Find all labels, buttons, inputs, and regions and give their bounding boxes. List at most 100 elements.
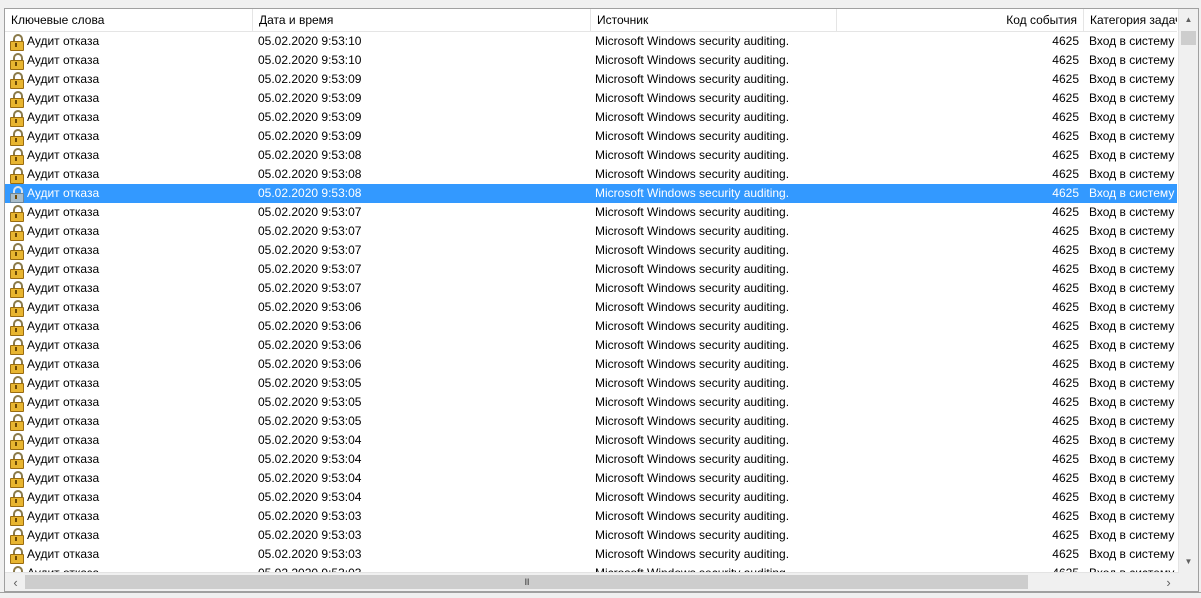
table-row[interactable]: Аудит отказа 05.02.2020 9:53:04 Microsoft … [5,488,1177,507]
horizontal-scroll-thumb[interactable]: III [25,575,1028,589]
cell-task-category: Вход в систему [1089,53,1175,67]
cell-source: Microsoft Windows security auditing. [595,338,790,352]
cell-keywords: Аудит отказа [27,376,100,390]
horizontal-scrollbar[interactable]: ‹ III › [5,572,1179,591]
cell-datetime: 05.02.2020 9:53:05 [258,376,362,390]
lock-icon [10,167,24,184]
table-row[interactable]: Аудит отказа 05.02.2020 9:53:07 Microsoft … [5,241,1177,260]
scroll-down-arrow-icon[interactable]: ▼ [1179,553,1198,570]
scroll-left-arrow-icon[interactable]: ‹ [7,573,24,591]
table-row[interactable]: Аудит отказа 05.02.2020 9:53:07 Microsoft … [5,279,1177,298]
vertical-scroll-thumb[interactable] [1181,31,1196,45]
cell-task-category: Вход в систему [1089,129,1175,143]
vertical-scrollbar[interactable]: ▲ ▼ [1178,9,1198,572]
table-row[interactable]: Аудит отказа 05.02.2020 9:53:06 Microsoft … [5,317,1177,336]
cell-event-id: 4625 [1052,414,1079,428]
cell-source: Microsoft Windows security auditing. [595,319,790,333]
lock-icon [10,129,24,146]
cell-event-id: 4625 [1052,167,1079,181]
cell-task-category: Вход в систему [1089,205,1175,219]
cell-source: Microsoft Windows security auditing. [595,167,790,181]
table-row[interactable]: Аудит отказа 05.02.2020 9:53:10 Microsoft … [5,51,1177,70]
table-row[interactable]: Аудит отказа 05.02.2020 9:53:05 Microsoft … [5,374,1177,393]
cell-source: Microsoft Windows security auditing. [595,205,790,219]
table-row[interactable]: Аудит отказа 05.02.2020 9:53:05 Microsoft … [5,393,1177,412]
cell-source: Microsoft Windows security auditing. [595,53,790,67]
lock-icon [10,376,24,393]
lock-icon [10,72,24,89]
cell-event-id: 4625 [1052,262,1079,276]
cell-datetime: 05.02.2020 9:53:08 [258,186,362,200]
table-row[interactable]: Аудит отказа 05.02.2020 9:53:06 Microsoft … [5,355,1177,374]
table-row[interactable]: Аудит отказа 05.02.2020 9:53:10 Microsoft … [5,32,1177,51]
table-row[interactable]: Аудит отказа 05.02.2020 9:53:04 Microsoft … [5,431,1177,450]
divider [0,592,1201,593]
cell-keywords: Аудит отказа [27,509,100,523]
table-row[interactable]: Аудит отказа 05.02.2020 9:53:08 Microsoft … [5,165,1177,184]
column-header-event-id[interactable]: Код события [837,9,1084,31]
table-row[interactable]: Аудит отказа 05.02.2020 9:53:07 Microsoft … [5,260,1177,279]
cell-datetime: 05.02.2020 9:53:09 [258,110,362,124]
cell-keywords: Аудит отказа [27,53,100,67]
scroll-right-arrow-icon[interactable]: › [1160,573,1177,591]
cell-task-category: Вход в систему [1089,319,1175,333]
cell-source: Microsoft Windows security auditing. [595,471,790,485]
cell-datetime: 05.02.2020 9:53:05 [258,395,362,409]
lock-icon [10,433,24,450]
cell-event-id: 4625 [1052,110,1079,124]
table-row[interactable]: Аудит отказа 05.02.2020 9:53:07 Microsoft … [5,203,1177,222]
cell-task-category: Вход в систему [1089,300,1175,314]
table-row[interactable]: Аудит отказа 05.02.2020 9:53:06 Microsoft … [5,298,1177,317]
table-row[interactable]: Аудит отказа 05.02.2020 9:53:09 Microsoft … [5,108,1177,127]
lock-icon [10,186,24,203]
column-header-task-category[interactable]: Категория задач [1084,9,1177,31]
table-row[interactable]: Аудит отказа 05.02.2020 9:53:03 Microsoft … [5,526,1177,545]
cell-event-id: 4625 [1052,91,1079,105]
column-header-source[interactable]: Источник [591,9,837,31]
table-row[interactable]: Аудит отказа 05.02.2020 9:53:08 Microsoft … [5,184,1177,203]
column-header-datetime[interactable]: Дата и время [253,9,591,31]
table-row[interactable]: Аудит отказа 05.02.2020 9:53:06 Microsoft … [5,336,1177,355]
cell-datetime: 05.02.2020 9:53:07 [258,243,362,257]
cell-keywords: Аудит отказа [27,34,100,48]
cell-event-id: 4625 [1052,205,1079,219]
cell-task-category: Вход в систему [1089,167,1175,181]
cell-task-category: Вход в систему [1089,547,1175,561]
cell-task-category: Вход в систему [1089,528,1175,542]
table-row[interactable]: Аудит отказа 05.02.2020 9:53:09 Microsoft … [5,70,1177,89]
cell-source: Microsoft Windows security auditing. [595,224,790,238]
table-row[interactable]: Аудит отказа 05.02.2020 9:53:05 Microsoft … [5,412,1177,431]
table-row[interactable]: Аудит отказа 05.02.2020 9:53:04 Microsoft … [5,469,1177,488]
table-row[interactable]: Аудит отказа 05.02.2020 9:53:03 Microsoft … [5,507,1177,526]
lock-icon [10,319,24,336]
table-row[interactable]: Аудит отказа 05.02.2020 9:53:03 Microsoft … [5,545,1177,564]
cell-keywords: Аудит отказа [27,262,100,276]
cell-keywords: Аудит отказа [27,471,100,485]
lock-icon [10,205,24,222]
lock-icon [10,452,24,469]
table-row[interactable]: Аудит отказа 05.02.2020 9:53:09 Microsoft … [5,127,1177,146]
table-row[interactable]: Аудит отказа 05.02.2020 9:53:04 Microsoft … [5,450,1177,469]
table-row[interactable]: Аудит отказа 05.02.2020 9:53:08 Microsoft … [5,146,1177,165]
cell-source: Microsoft Windows security auditing. [595,433,790,447]
lock-icon [10,395,24,412]
scroll-up-arrow-icon[interactable]: ▲ [1179,11,1198,28]
cell-event-id: 4625 [1052,509,1079,523]
event-list-view[interactable]: Ключевые слова Дата и время Источник Код… [4,8,1199,592]
cell-keywords: Аудит отказа [27,91,100,105]
cell-datetime: 05.02.2020 9:53:07 [258,224,362,238]
lock-icon [10,34,24,51]
cell-source: Microsoft Windows security auditing. [595,395,790,409]
cell-datetime: 05.02.2020 9:53:07 [258,205,362,219]
cell-source: Microsoft Windows security auditing. [595,414,790,428]
cell-event-id: 4625 [1052,490,1079,504]
column-header-keywords[interactable]: Ключевые слова [5,9,253,31]
lock-icon [10,490,24,507]
table-row[interactable]: Аудит отказа 05.02.2020 9:53:09 Microsoft … [5,89,1177,108]
cell-event-id: 4625 [1052,376,1079,390]
cell-datetime: 05.02.2020 9:53:07 [258,262,362,276]
cell-source: Microsoft Windows security auditing. [595,490,790,504]
lock-icon [10,91,24,108]
cell-datetime: 05.02.2020 9:53:07 [258,281,362,295]
table-row[interactable]: Аудит отказа 05.02.2020 9:53:07 Microsoft … [5,222,1177,241]
